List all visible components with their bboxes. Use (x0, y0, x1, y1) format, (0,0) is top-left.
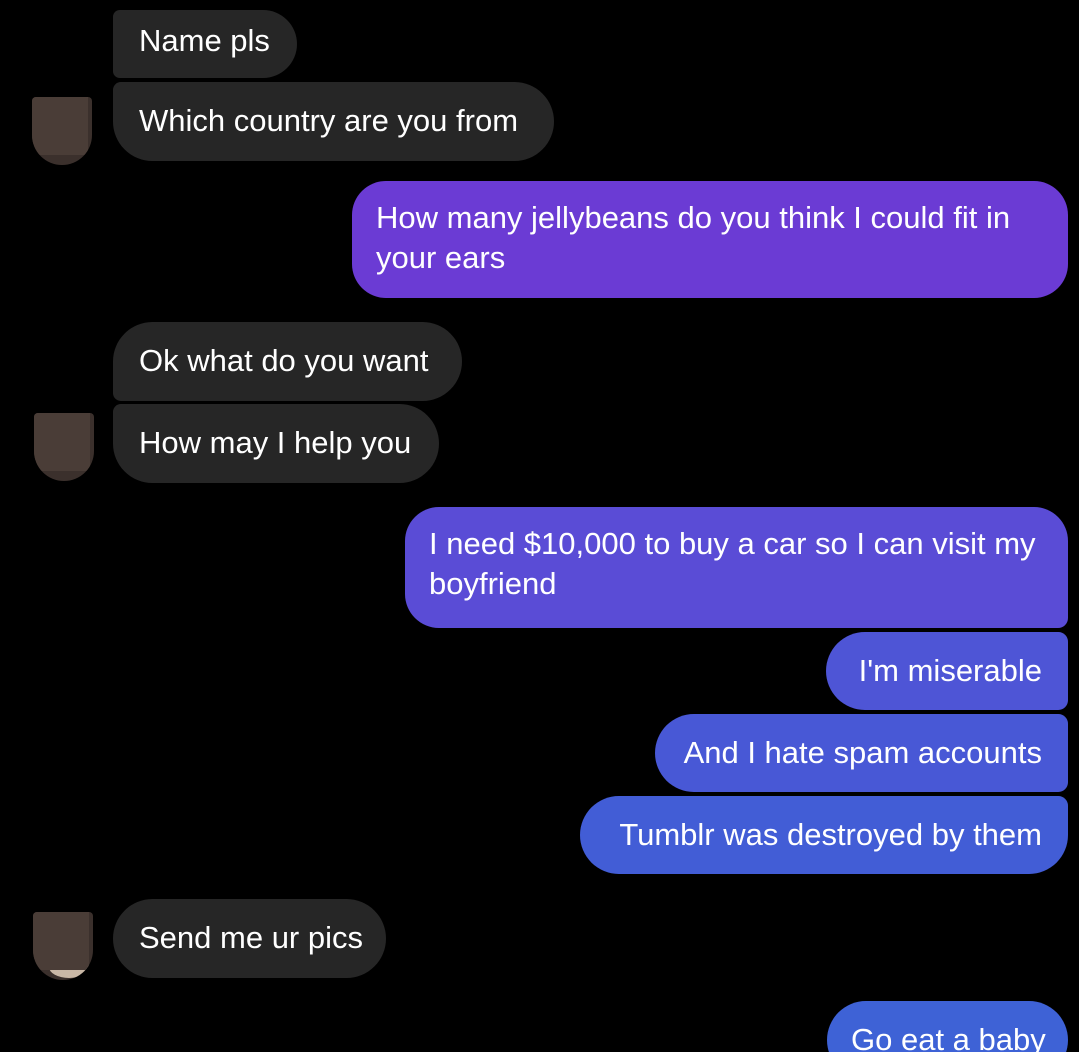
message-text: Which country are you from (139, 103, 519, 138)
message-text: Ok what do you want (139, 343, 429, 378)
incoming-message-bubble[interactable]: How may I help you (113, 404, 439, 483)
message-text: Go eat a baby (851, 1022, 1046, 1052)
outgoing-message-bubble[interactable]: How many jellybeans do you think I could… (352, 181, 1068, 298)
message-text: I need $10,000 to buy a car so I can vis… (429, 526, 1036, 601)
outgoing-message-bubble[interactable]: Go eat a baby (827, 1001, 1068, 1052)
contact-avatar[interactable] (33, 912, 93, 980)
contact-avatar[interactable] (34, 413, 94, 481)
outgoing-message-bubble[interactable]: I'm miserable (826, 632, 1068, 710)
outgoing-message-bubble[interactable]: And I hate spam accounts (655, 714, 1068, 792)
incoming-message-bubble[interactable]: Send me ur pics (113, 899, 386, 978)
outgoing-message-bubble[interactable]: Tumblr was destroyed by them (580, 796, 1068, 874)
incoming-message-bubble[interactable]: Which country are you from (113, 82, 554, 161)
outgoing-message-bubble[interactable]: I need $10,000 to buy a car so I can vis… (405, 507, 1068, 628)
contact-avatar[interactable] (32, 97, 92, 165)
message-text: How many jellybeans do you think I could… (376, 200, 1011, 275)
message-text: Send me ur pics (139, 920, 363, 955)
avatar-redaction-block (34, 413, 90, 471)
message-text: Tumblr was destroyed by them (619, 817, 1042, 852)
message-text: Name pls (139, 23, 270, 58)
avatar-redaction-block (33, 912, 89, 970)
chat-thread: Name pls Which country are you from How … (0, 0, 1079, 1052)
incoming-message-bubble[interactable]: Ok what do you want (113, 322, 462, 401)
message-text: I'm miserable (858, 653, 1042, 688)
message-text: How may I help you (139, 425, 412, 460)
message-text: And I hate spam accounts (683, 735, 1042, 770)
avatar-redaction-block (32, 97, 88, 155)
incoming-message-bubble[interactable]: Name pls (113, 10, 297, 78)
